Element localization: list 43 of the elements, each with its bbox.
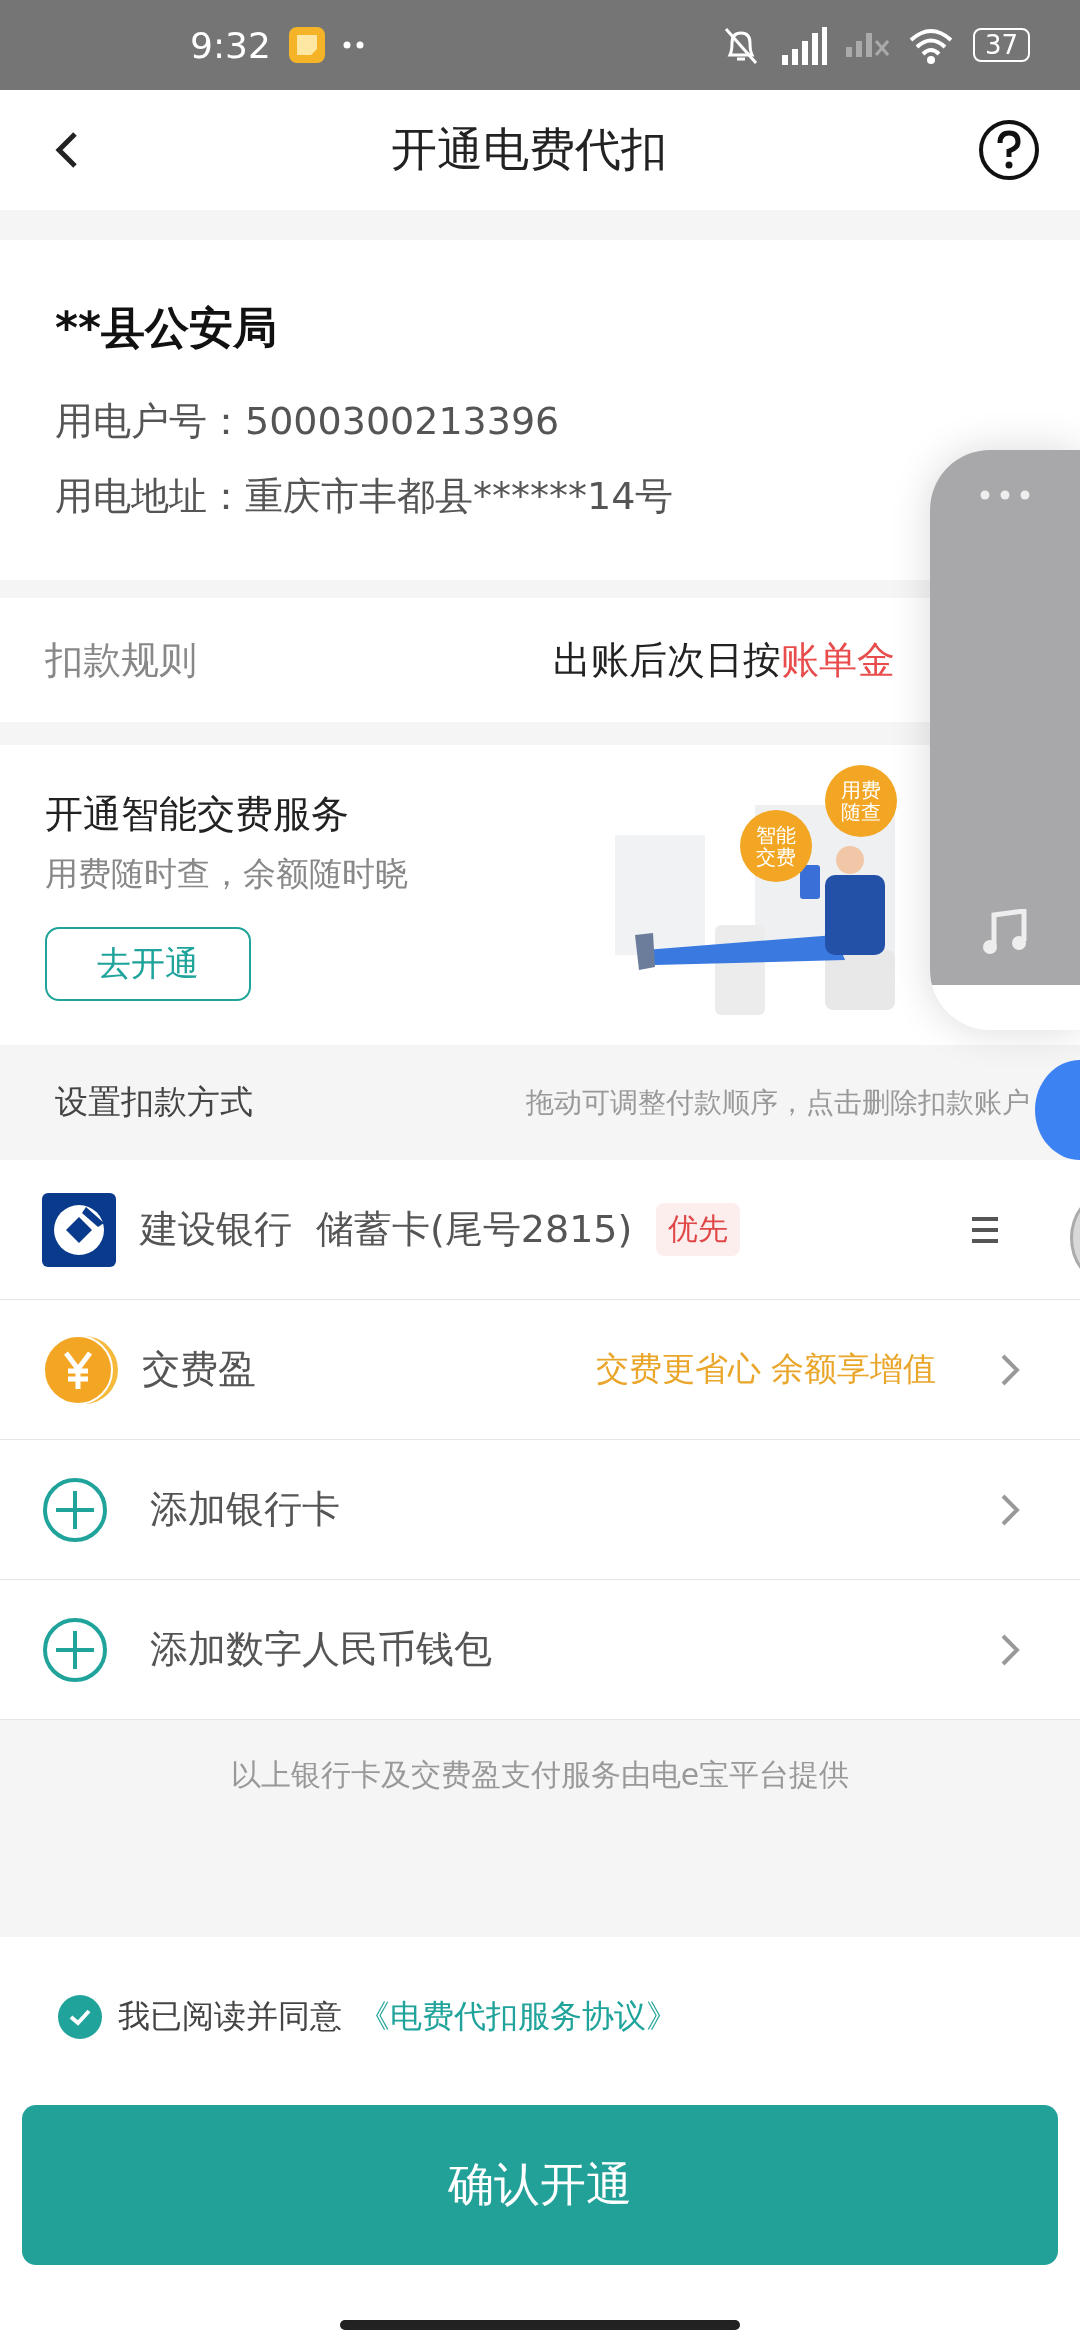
method-name: 添加银行卡 <box>150 1486 340 1533</box>
account-detail: 用电地址：重庆市丰都县******14号 <box>55 472 674 520</box>
section-hint: 拖动可调整付款顺序，点击删除扣款账户 <box>526 1084 1030 1121</box>
page-title: 开通电费代扣 <box>390 121 667 178</box>
provider-note: 以上银行卡及交费盈支付服务由电e宝平台提供 <box>230 1755 850 1794</box>
add-icon <box>42 1616 108 1683</box>
more-dots-icon[interactable] <box>980 490 1030 500</box>
method-detail: 储蓄卡(尾号2815) <box>316 1206 633 1253</box>
rule-label: 扣款规则 <box>45 636 197 684</box>
payment-method-row[interactable]: 建设银行 储蓄卡(尾号2815) 优先 <box>0 1160 1080 1300</box>
drag-handle-icon[interactable] <box>970 1214 1000 1245</box>
account-detail: 用电户号：5000300213396 <box>55 397 560 445</box>
promo-title: 开通智能交费服务 <box>45 791 350 838</box>
payment-method-row[interactable]: 添加银行卡 <box>0 1440 1080 1580</box>
rule-value: 出账后次日按账单金 <box>553 636 895 684</box>
more-dots-icon <box>342 41 365 49</box>
floating-player-panel[interactable] <box>930 450 1080 1030</box>
payment-method-row[interactable]: 添加数字人民币钱包 <box>0 1580 1080 1720</box>
section-title: 设置扣款方式 <box>55 1081 253 1123</box>
notes-app-icon <box>288 27 325 63</box>
method-name: 建设银行 <box>140 1206 292 1253</box>
music-note-icon[interactable] <box>982 909 1028 955</box>
method-promo: 交费更省心 余额享增值 <box>595 1348 936 1390</box>
back-icon[interactable] <box>55 130 79 170</box>
payment-method-row[interactable]: 交费盈 交费更省心 余额享增值 <box>0 1300 1080 1440</box>
signal-off-icon <box>845 33 889 57</box>
chevron-right-icon <box>1000 1492 1020 1527</box>
battery-indicator: 37 <box>972 28 1030 62</box>
agree-checkbox[interactable] <box>58 1995 102 2039</box>
check-icon <box>68 2008 92 2026</box>
add-icon <box>42 1476 108 1543</box>
bank-logo-icon <box>42 1192 116 1267</box>
priority-tag: 优先 <box>656 1203 741 1256</box>
speech-bubble: 用费随查 <box>825 765 897 837</box>
status-time: 9:32 <box>190 24 271 66</box>
method-name: 添加数字人民币钱包 <box>150 1626 492 1673</box>
account-name: **县公安局 <box>55 300 279 355</box>
method-name: 交费盈 <box>142 1346 256 1393</box>
chevron-right-icon <box>1000 1632 1020 1667</box>
help-icon[interactable] <box>978 119 1040 181</box>
chevron-right-icon <box>1000 1352 1020 1387</box>
promo-subtitle: 用费随时查，余额随时晓 <box>45 853 408 895</box>
agree-text: 我已阅读并同意 <box>118 1996 342 2037</box>
